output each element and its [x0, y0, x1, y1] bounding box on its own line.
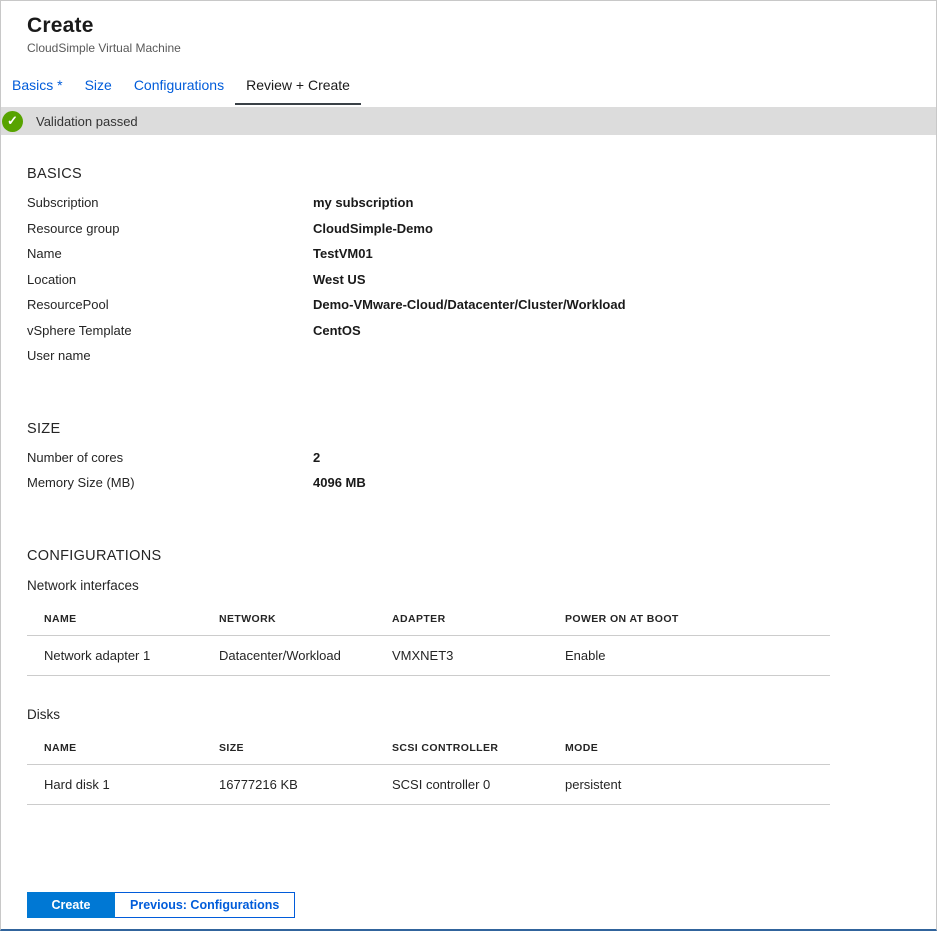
table-row: Network adapter 1 Datacenter/Workload VM…: [27, 635, 830, 675]
kv-label: User name: [27, 348, 313, 363]
tab-basics[interactable]: Basics *: [1, 68, 74, 105]
kv-value: CentOS: [313, 323, 361, 338]
checkmark-icon: ✓: [2, 111, 23, 132]
create-button[interactable]: Create: [27, 892, 115, 918]
column-header-mode: MODE: [548, 728, 830, 765]
kv-value: TestVM01: [313, 246, 373, 261]
kv-label: Name: [27, 246, 313, 261]
kv-row-subscription: Subscription my subscription: [27, 195, 910, 221]
kv-label: ResourcePool: [27, 297, 313, 312]
create-blade: Create CloudSimple Virtual Machine Basic…: [0, 0, 937, 931]
subheading-network-interfaces: Network interfaces: [27, 578, 910, 593]
size-list: Number of cores 2 Memory Size (MB) 4096 …: [27, 450, 910, 501]
disks-table: NAME SIZE SCSI CONTROLLER MODE Hard disk…: [27, 728, 830, 805]
kv-label: Subscription: [27, 195, 313, 210]
kv-row-resource-group: Resource group CloudSimple-Demo: [27, 221, 910, 247]
kv-label: Resource group: [27, 221, 313, 236]
kv-value: 4096 MB: [313, 475, 366, 490]
page-title: Create: [27, 14, 936, 38]
cell-disk-size: 16777216 KB: [202, 764, 375, 804]
previous-configurations-button[interactable]: Previous: Configurations: [115, 892, 295, 918]
cell-disk-name: Hard disk 1: [27, 764, 202, 804]
table-row: Hard disk 1 16777216 KB SCSI controller …: [27, 764, 830, 804]
kv-value: West US: [313, 272, 366, 287]
validation-banner: ✓ Validation passed: [1, 107, 936, 135]
column-header-adapter: ADAPTER: [375, 599, 548, 636]
kv-value: my subscription: [313, 195, 413, 210]
page-subtitle: CloudSimple Virtual Machine: [27, 41, 936, 55]
table-header-row: NAME NETWORK ADAPTER POWER ON AT BOOT: [27, 599, 830, 636]
column-header-power-on-at-boot: POWER ON AT BOOT: [548, 599, 830, 636]
kv-label: Memory Size (MB): [27, 475, 313, 490]
column-header-scsi-controller: SCSI CONTROLLER: [375, 728, 548, 765]
cell-scsi-controller: SCSI controller 0: [375, 764, 548, 804]
section-heading-basics: BASICS: [27, 166, 910, 182]
kv-row-name: Name TestVM01: [27, 246, 910, 272]
cell-network: Datacenter/Workload: [202, 635, 375, 675]
review-content: BASICS Subscription my subscription Reso…: [1, 166, 936, 805]
section-heading-configurations: CONFIGURATIONS: [27, 548, 910, 564]
network-interfaces-table: NAME NETWORK ADAPTER POWER ON AT BOOT Ne…: [27, 599, 830, 676]
tab-size[interactable]: Size: [74, 68, 123, 105]
tab-review-create[interactable]: Review + Create: [235, 68, 361, 105]
validation-message: Validation passed: [36, 114, 138, 129]
kv-value: 2: [313, 450, 320, 465]
tab-bar: Basics * Size Configurations Review + Cr…: [1, 68, 936, 105]
kv-row-user-name: User name: [27, 348, 910, 374]
kv-value: CloudSimple-Demo: [313, 221, 433, 236]
basics-list: Subscription my subscription Resource gr…: [27, 195, 910, 374]
kv-row-resourcepool: ResourcePool Demo-VMware-Cloud/Datacente…: [27, 297, 910, 323]
kv-row-memory-size: Memory Size (MB) 4096 MB: [27, 475, 910, 501]
kv-row-number-of-cores: Number of cores 2: [27, 450, 910, 476]
cell-disk-mode: persistent: [548, 764, 830, 804]
blade-header: Create CloudSimple Virtual Machine: [1, 1, 936, 55]
subheading-disks: Disks: [27, 707, 910, 722]
tab-configurations[interactable]: Configurations: [123, 68, 235, 105]
kv-row-vsphere-template: vSphere Template CentOS: [27, 323, 910, 349]
kv-label: Location: [27, 272, 313, 287]
kv-row-location: Location West US: [27, 272, 910, 298]
cell-adapter-name: Network adapter 1: [27, 635, 202, 675]
kv-value: Demo-VMware-Cloud/Datacenter/Cluster/Wor…: [313, 297, 626, 312]
section-heading-size: SIZE: [27, 421, 910, 437]
column-header-name: NAME: [27, 728, 202, 765]
footer-actions: Create Previous: Configurations: [27, 892, 295, 918]
table-header-row: NAME SIZE SCSI CONTROLLER MODE: [27, 728, 830, 765]
column-header-network: NETWORK: [202, 599, 375, 636]
kv-label: Number of cores: [27, 450, 313, 465]
kv-label: vSphere Template: [27, 323, 313, 338]
cell-power-on: Enable: [548, 635, 830, 675]
column-header-size: SIZE: [202, 728, 375, 765]
cell-adapter-type: VMXNET3: [375, 635, 548, 675]
column-header-name: NAME: [27, 599, 202, 636]
